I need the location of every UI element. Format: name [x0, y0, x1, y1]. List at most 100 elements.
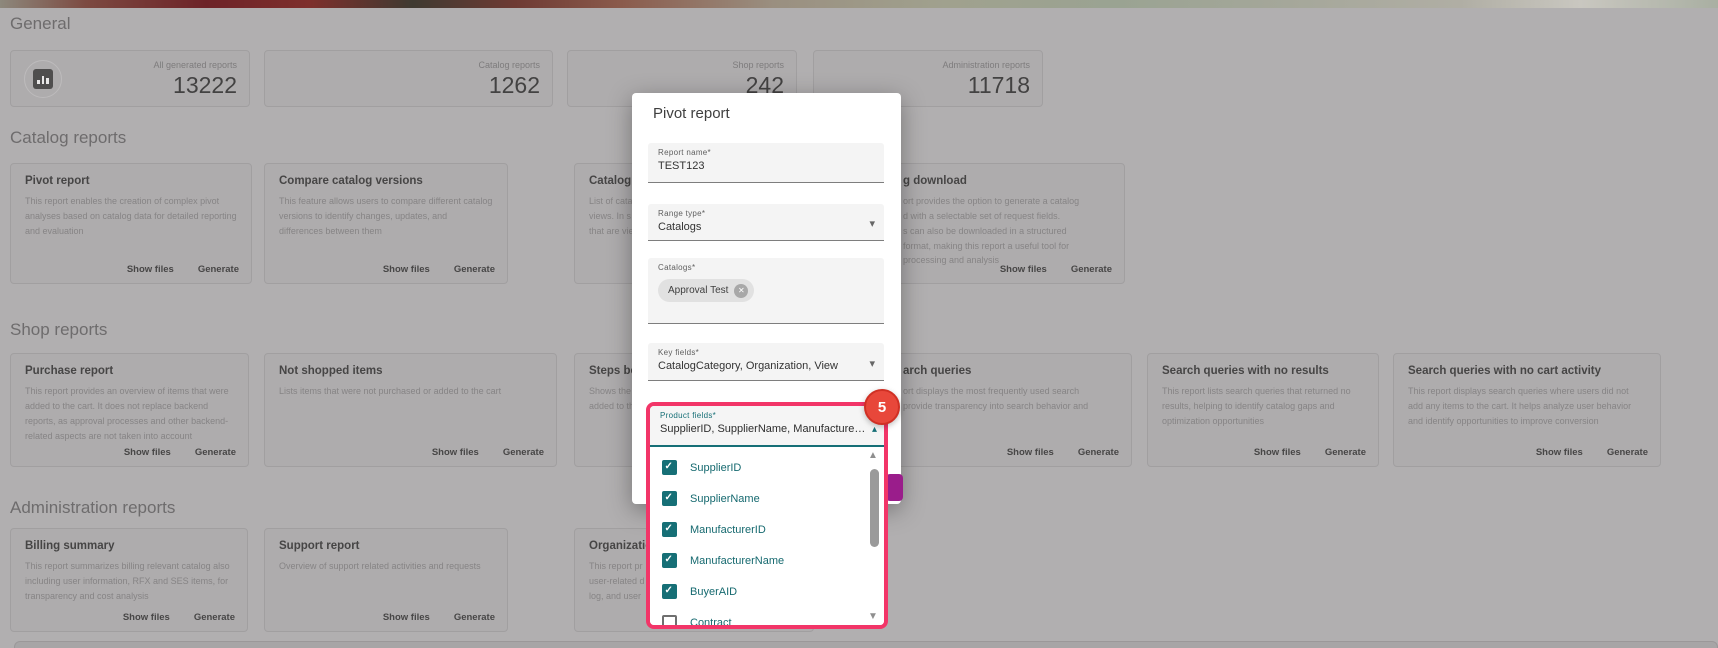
show-files-link[interactable]: Show files — [123, 612, 170, 623]
report-card-search-no-cart-activity: Search queries with no cart activity Thi… — [1393, 353, 1661, 467]
annotation-marker — [886, 474, 903, 501]
card-description: This report summarizes billing relevant … — [25, 559, 233, 604]
card-description: This report lists search queries that re… — [1162, 384, 1364, 429]
card-title: g download — [903, 175, 1110, 187]
chip-label: Approval Test — [668, 285, 728, 296]
report-card-search-no-results: Search queries with no results This repo… — [1147, 353, 1379, 467]
stat-value: 1262 — [489, 72, 540, 99]
card-title: Billing summary — [25, 540, 233, 552]
checkbox-icon[interactable]: ✓ — [662, 553, 677, 568]
card-description: Lists items that were not purchased or a… — [279, 384, 542, 399]
product-fields-highlight-box: Product fields* SupplierID, SupplierName… — [646, 402, 888, 629]
card-title: arch queries — [903, 365, 1117, 377]
report-card-not-shopped-items: Not shopped items Lists items that were … — [264, 353, 557, 467]
field-label: Catalogs* — [658, 258, 884, 272]
section-heading-general: General — [10, 14, 70, 34]
generate-link[interactable]: Generate — [195, 447, 236, 458]
card-description: This report provides an overview of item… — [25, 384, 234, 443]
field-label: Product fields* — [660, 406, 884, 420]
bar-chart-icon — [24, 60, 62, 98]
section-heading-catalog: Catalog reports — [10, 128, 126, 148]
checkbox-icon[interactable]: ✓ — [662, 491, 677, 506]
card-title: Pivot report — [25, 175, 237, 187]
generate-link[interactable]: Generate — [454, 264, 495, 275]
section-heading-shop: Shop reports — [10, 320, 107, 340]
option-supplier-id[interactable]: ✓ SupplierID — [650, 452, 884, 483]
checkbox-icon[interactable]: ✓ — [662, 522, 677, 537]
product-fields-value: SupplierID, SupplierName, Manufacture… — [660, 423, 866, 435]
report-card-purchase-report: Purchase report This report provides an … — [10, 353, 249, 467]
show-files-link[interactable]: Show files — [1254, 447, 1301, 458]
report-name-field[interactable]: Report name* TEST123 — [648, 143, 884, 183]
stat-card-catalog-reports: Catalog reports 1262 — [264, 50, 553, 107]
checkbox-icon[interactable]: ✓ — [662, 615, 677, 625]
option-label: BuyerAID — [690, 586, 737, 598]
show-files-link[interactable]: Show files — [127, 264, 174, 275]
section-heading-admin: Administration reports — [10, 498, 175, 518]
chevron-down-icon: ▾ — [869, 357, 875, 370]
scroll-up-icon[interactable]: ▲ — [868, 450, 878, 461]
product-fields-select[interactable]: Product fields* SupplierID, SupplierName… — [650, 406, 884, 447]
card-description: Overview of support related activities a… — [279, 559, 493, 574]
field-label: Range type* — [658, 204, 884, 218]
checkbox-icon[interactable]: ✓ — [662, 460, 677, 475]
chip-remove-icon[interactable]: ✕ — [734, 284, 748, 298]
scrollbar-thumb[interactable] — [870, 469, 879, 547]
show-files-link[interactable]: Show files — [432, 447, 479, 458]
dropdown-scrollbar[interactable]: ▲ ▼ — [865, 450, 883, 622]
show-files-link[interactable]: Show files — [383, 264, 430, 275]
field-label: Report name* — [658, 143, 884, 157]
chevron-up-icon: ▴ — [872, 424, 877, 435]
generate-link[interactable]: Generate — [503, 447, 544, 458]
catalog-chip: Approval Test ✕ — [658, 279, 754, 302]
stat-label: Catalog reports — [478, 60, 540, 70]
generate-link[interactable]: Generate — [1071, 264, 1112, 275]
range-type-select[interactable]: Range type* Catalogs ▾ — [648, 204, 884, 241]
card-description: ort displays the most frequently used se… — [903, 384, 1117, 414]
option-supplier-name[interactable]: ✓ SupplierName — [650, 483, 884, 514]
option-label: ManufacturerID — [690, 524, 766, 536]
stat-value: 13222 — [173, 72, 237, 99]
option-manufacturer-id[interactable]: ✓ ManufacturerID — [650, 514, 884, 545]
show-files-link[interactable]: Show files — [1536, 447, 1583, 458]
card-description: This report enables the creation of comp… — [25, 194, 237, 239]
dialog-title: Pivot report — [653, 105, 730, 122]
card-title: Support report — [279, 540, 493, 552]
card-title: Search queries with no results — [1162, 365, 1364, 377]
show-files-link[interactable]: Show files — [124, 447, 171, 458]
generate-link[interactable]: Generate — [194, 612, 235, 623]
show-files-link[interactable]: Show files — [1007, 447, 1054, 458]
option-contract[interactable]: ✓ Contract — [650, 607, 884, 625]
option-label: SupplierName — [690, 493, 760, 505]
chevron-down-icon: ▾ — [869, 217, 875, 230]
scroll-down-icon[interactable]: ▼ — [868, 611, 878, 622]
stat-label: Shop reports — [732, 60, 784, 70]
report-card-pivot-report: Pivot report This report enables the cre… — [10, 163, 252, 284]
key-fields-select[interactable]: Key fields* CatalogCategory, Organizatio… — [648, 343, 884, 381]
generate-link[interactable]: Generate — [1607, 447, 1648, 458]
range-type-value: Catalogs — [658, 221, 884, 233]
card-title: Compare catalog versions — [279, 175, 493, 187]
report-card-support-report: Support report Overview of support relat… — [264, 528, 508, 632]
card-title: Purchase report — [25, 365, 234, 377]
report-card-search-queries: arch queries ort displays the most frequ… — [885, 353, 1132, 467]
show-files-link[interactable]: Show files — [1000, 264, 1047, 275]
stat-label: Administration reports — [942, 60, 1030, 70]
generate-link[interactable]: Generate — [1078, 447, 1119, 458]
show-files-link[interactable]: Show files — [383, 612, 430, 623]
option-label: ManufacturerName — [690, 555, 784, 567]
option-buyer-aid[interactable]: ✓ BuyerAID — [650, 576, 884, 607]
generate-link[interactable]: Generate — [454, 612, 495, 623]
generate-link[interactable]: Generate — [198, 264, 239, 275]
checkbox-icon[interactable]: ✓ — [662, 584, 677, 599]
generate-link[interactable]: Generate — [1325, 447, 1366, 458]
report-card-catalog-download: g download ort provides the option to ge… — [880, 163, 1125, 284]
stat-value: 11718 — [968, 72, 1030, 99]
catalogs-field[interactable]: Catalogs* Approval Test ✕ — [648, 258, 884, 324]
option-label: SupplierID — [690, 462, 741, 474]
option-manufacturer-name[interactable]: ✓ ManufacturerName — [650, 545, 884, 576]
stat-card-all-generated: All generated reports 13222 — [10, 50, 250, 107]
card-title: Search queries with no cart activity — [1408, 365, 1646, 377]
card-description: ort provides the option to generate a ca… — [903, 194, 1110, 268]
card-description: This feature allows users to compare dif… — [279, 194, 493, 239]
